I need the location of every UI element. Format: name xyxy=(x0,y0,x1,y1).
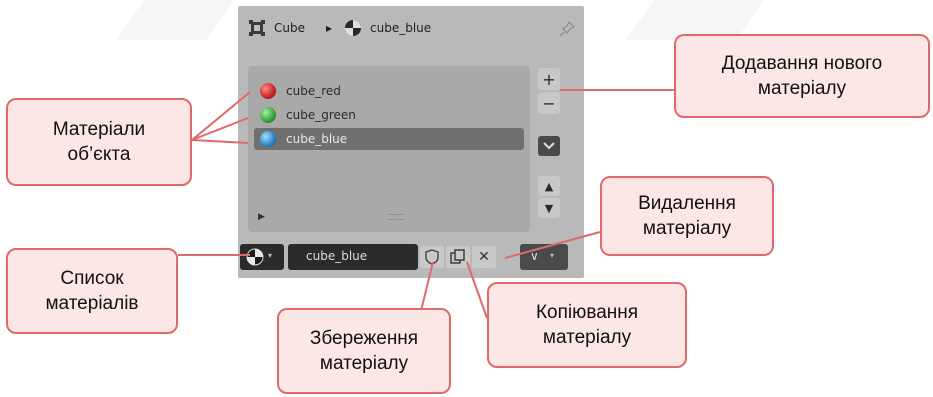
material-slot-label: cube_green xyxy=(286,108,356,122)
callout-materials-list: Список матеріалів xyxy=(6,248,178,334)
material-slot-list[interactable]: cube_red cube_green cube_blue ▶ xyxy=(248,66,530,232)
move-up-button[interactable]: ▲ xyxy=(538,176,560,196)
material-sphere-icon xyxy=(246,248,264,266)
remove-material-slot-button[interactable]: − xyxy=(538,92,560,114)
cube-object-icon xyxy=(249,20,265,36)
material-sphere-icon xyxy=(345,20,361,36)
list-item[interactable]: cube_blue xyxy=(254,128,524,150)
chevron-down-icon xyxy=(543,142,555,150)
watermark-shape xyxy=(115,0,235,40)
add-material-slot-button[interactable]: + xyxy=(538,68,560,90)
unlink-material-button[interactable]: ✕ xyxy=(472,246,496,268)
callout-save-material: Збереження матеріалу xyxy=(277,308,451,394)
callout-copy-material: Копіювання матеріалу xyxy=(487,282,687,368)
link-mode-dropdown[interactable]: ∨ ▾ xyxy=(520,244,568,270)
copy-icon xyxy=(450,249,465,264)
list-item[interactable]: cube_green xyxy=(254,104,524,126)
shield-icon xyxy=(425,249,439,265)
material-field-text: cube_blue xyxy=(306,249,368,263)
move-down-button[interactable]: ▼ xyxy=(538,198,560,218)
close-icon: ✕ xyxy=(478,249,490,265)
material-ball-blue-icon xyxy=(260,131,276,147)
callout-add-material: Додавання нового матеріалу xyxy=(674,34,930,118)
browse-material-button[interactable]: ▾ xyxy=(240,244,284,270)
material-ball-green-icon xyxy=(260,107,276,123)
chevron-down-icon: ▾ xyxy=(268,251,273,260)
specials-menu-button[interactable] xyxy=(538,136,560,156)
callout-object-materials: Матеріали об’єкта xyxy=(6,98,192,186)
resize-grip-icon[interactable] xyxy=(388,214,404,220)
fake-user-button[interactable] xyxy=(420,246,444,268)
material-slot-label: cube_red xyxy=(286,84,341,98)
material-datablock-row: ▾ cube_blue ✕ ∨ ▾ xyxy=(238,242,584,274)
material-ball-red-icon xyxy=(260,83,276,99)
pin-icon[interactable] xyxy=(558,20,576,38)
panel-header: Cube ▸ cube_blue xyxy=(238,6,584,52)
object-name: Cube xyxy=(274,21,305,35)
callout-delete-material: Видалення матеріалу xyxy=(600,176,774,256)
expand-arrow-icon[interactable]: ▶ xyxy=(258,212,265,222)
duplicate-material-button[interactable] xyxy=(446,246,470,268)
breadcrumb-separator: ▸ xyxy=(326,21,333,35)
link-icon: ∨ xyxy=(530,249,539,263)
material-slot-label: cube_blue xyxy=(286,132,348,146)
material-panel: Cube ▸ cube_blue cube_red cube_green cub… xyxy=(238,6,584,278)
material-name: cube_blue xyxy=(370,21,432,35)
chevron-down-icon: ▾ xyxy=(550,251,555,260)
material-name-field[interactable]: cube_blue xyxy=(288,244,418,270)
list-item[interactable]: cube_red xyxy=(254,80,524,102)
